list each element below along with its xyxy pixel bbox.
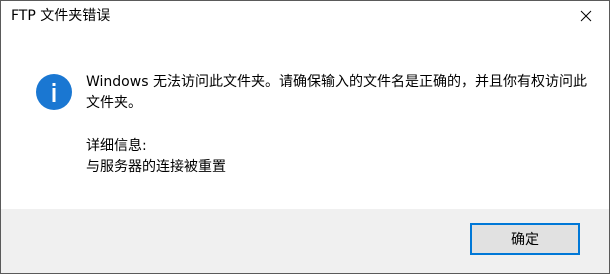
error-message: Windows 无法访问此文件夹。请确保输入的文件名是正确的，并且你有权访问此文… [86,74,587,111]
window-title: FTP 文件夹错误 [11,8,111,24]
title-bar[interactable]: FTP 文件夹错误 [1,1,609,31]
details-text: 与服务器的连接被重置 [86,159,226,175]
button-bar: 确定 [1,209,609,273]
error-dialog-window: FTP 文件夹错误 Windows 无法访问此文件夹。请确保输入的文件名是正确的… [0,0,610,274]
info-icon [36,74,72,110]
close-icon [580,10,592,22]
ok-button[interactable]: 确定 [470,223,580,255]
dialog-content: Windows 无法访问此文件夹。请确保输入的文件名是正确的，并且你有权访问此文… [1,31,609,209]
details-label: 详细信息: [86,138,147,154]
close-button[interactable] [563,1,609,31]
ok-button-label: 确定 [511,232,539,248]
